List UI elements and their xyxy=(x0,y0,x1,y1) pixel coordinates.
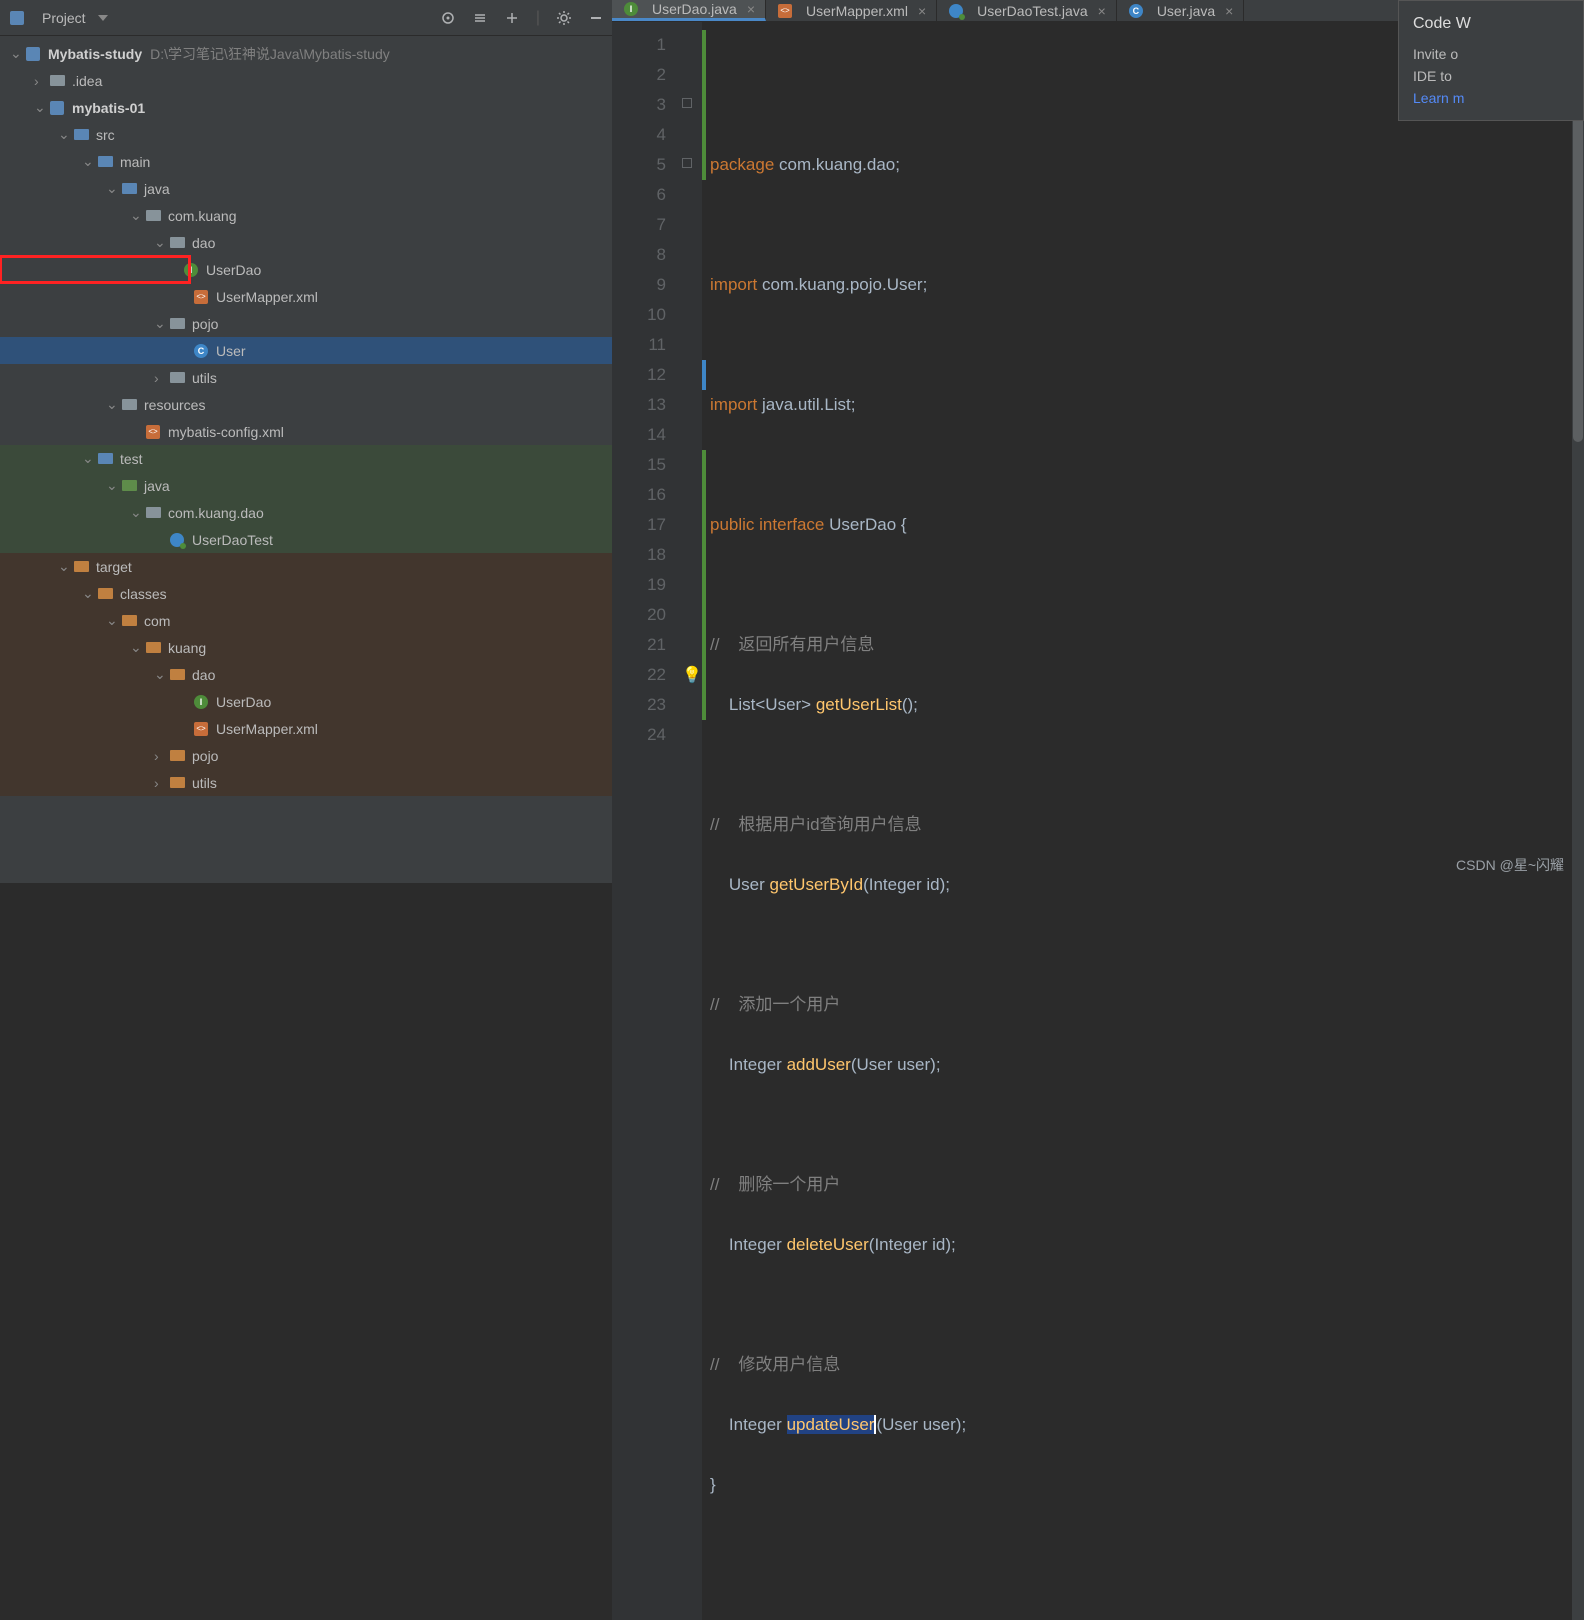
tree-main[interactable]: ⌄main xyxy=(0,148,612,175)
code-with-me-popup: Code W Invite o IDE to Learn m xyxy=(1398,0,1584,121)
watermark: CSDN @星~闪耀 xyxy=(1456,855,1564,875)
line-gutter: 123456789101112131415161718192021222324 xyxy=(612,22,682,1620)
tree-mybatisconfig[interactable]: <>mybatis-config.xml xyxy=(0,418,612,445)
tab-user[interactable]: CUser.java× xyxy=(1117,0,1245,21)
expand-icon[interactable] xyxy=(472,10,488,26)
tab-userdaotest[interactable]: UserDaoTest.java× xyxy=(937,0,1117,21)
project-header: Project | xyxy=(0,0,612,36)
tree-root[interactable]: ⌄Mybatis-studyD:\学习笔记\狂神说Java\Mybatis-st… xyxy=(0,40,612,67)
tree-comkuangdao[interactable]: ⌄com.kuang.dao xyxy=(0,499,612,526)
tree-userdao[interactable]: IUserDao xyxy=(0,256,190,283)
gear-icon[interactable] xyxy=(556,10,572,26)
tree-dao[interactable]: ⌄dao xyxy=(0,229,612,256)
tree-java[interactable]: ⌄java xyxy=(0,175,612,202)
tree-usermapper2[interactable]: <>UserMapper.xml xyxy=(0,715,612,742)
minimize-icon[interactable] xyxy=(588,10,604,26)
tree-pojo[interactable]: ⌄pojo xyxy=(0,310,612,337)
tree-utils[interactable]: ›utils xyxy=(0,364,612,391)
bulb-icon[interactable]: 💡 xyxy=(682,667,702,684)
project-panel: Project | ⌄Mybatis-studyD:\学习笔记\狂神说Java\… xyxy=(0,0,612,883)
tree-test[interactable]: ⌄test xyxy=(0,445,612,472)
scrollbar[interactable] xyxy=(1572,22,1584,1620)
tree-com[interactable]: ⌄com xyxy=(0,607,612,634)
tree-src[interactable]: ⌄src xyxy=(0,121,612,148)
close-icon[interactable]: × xyxy=(747,1,755,17)
fold-icon[interactable] xyxy=(682,158,692,168)
close-icon[interactable]: × xyxy=(1098,3,1106,19)
tree-kuang[interactable]: ⌄kuang xyxy=(0,634,612,661)
tree-idea[interactable]: ›.idea xyxy=(0,67,612,94)
tree-pojo2[interactable]: ›pojo xyxy=(0,742,612,769)
code-content[interactable]: package com.kuang.dao; import com.kuang.… xyxy=(702,22,1584,1620)
tab-userdao[interactable]: IUserDao.java× xyxy=(612,0,766,21)
tree-classes[interactable]: ⌄classes xyxy=(0,580,612,607)
locate-icon[interactable] xyxy=(440,10,456,26)
tree-java2[interactable]: ⌄java xyxy=(0,472,612,499)
project-tree[interactable]: ⌄Mybatis-studyD:\学习笔记\狂神说Java\Mybatis-st… xyxy=(0,36,612,883)
tree-comkuang[interactable]: ⌄com.kuang xyxy=(0,202,612,229)
tree-userdaotest[interactable]: UserDaoTest xyxy=(0,526,612,553)
close-icon[interactable]: × xyxy=(1225,3,1233,19)
tree-utils2[interactable]: ›utils xyxy=(0,769,612,796)
tree-dao2[interactable]: ⌄dao xyxy=(0,661,612,688)
tree-user[interactable]: CUser xyxy=(0,337,612,364)
project-title[interactable]: Project xyxy=(42,10,86,26)
tree-target[interactable]: ⌄target xyxy=(0,553,612,580)
fold-gutter: 💡 xyxy=(682,22,702,1620)
project-icon xyxy=(8,9,26,27)
learn-more-link[interactable]: Learn m xyxy=(1413,90,1464,106)
close-icon[interactable]: × xyxy=(918,3,926,19)
collapse-icon[interactable] xyxy=(504,10,520,26)
fold-icon[interactable] xyxy=(682,98,692,108)
tree-resources[interactable]: ⌄resources xyxy=(0,391,612,418)
tree-usermapper[interactable]: <>UserMapper.xml xyxy=(0,283,612,310)
editor-panel: IUserDao.java× <>UserMapper.xml× UserDao… xyxy=(612,0,1584,883)
dropdown-icon[interactable] xyxy=(98,15,108,21)
tab-usermapper[interactable]: <>UserMapper.xml× xyxy=(766,0,937,21)
code-editor[interactable]: 123456789101112131415161718192021222324 … xyxy=(612,22,1584,1620)
tree-mybatis01[interactable]: ⌄mybatis-01 xyxy=(0,94,612,121)
tree-userdao2[interactable]: IUserDao xyxy=(0,688,612,715)
